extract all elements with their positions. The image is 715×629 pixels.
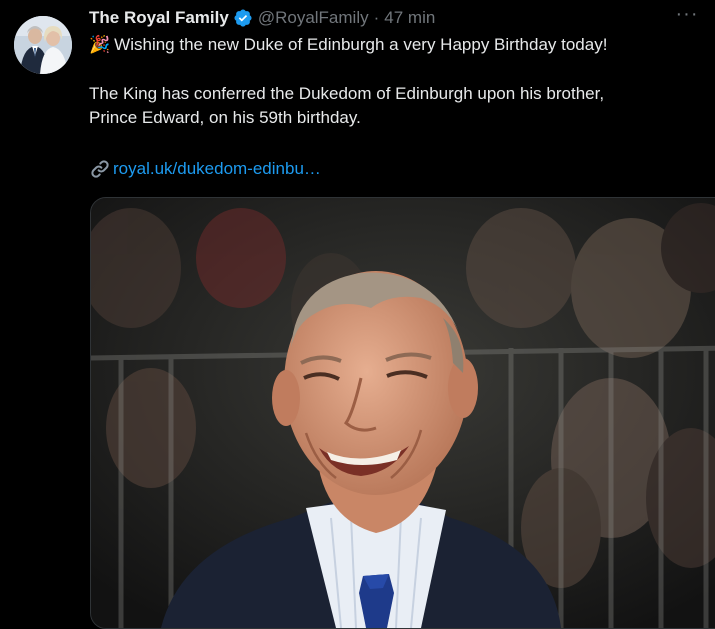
tweet-text-line-2: The King has conferred the Dukedom of Ed… [89,84,605,103]
tweet-link[interactable]: royal.uk/dukedom-edinbu… [89,156,321,182]
verified-badge-icon[interactable] [233,8,253,28]
author-handle[interactable]: @RoyalFamily [258,7,369,29]
tweet-text-greeting: Wishing the new Duke of Edinburgh a very… [114,35,608,54]
separator-dot: · [373,8,380,27]
link-text[interactable]: royal.uk/dukedom-edinbu… [113,159,321,179]
tweet-text-line-3: Prince Edward, on his 59th birthday. [89,108,361,127]
timestamp[interactable]: 47 min [384,7,435,29]
more-options-icon[interactable]: ··· [672,4,702,28]
tweet-header: The Royal Family @RoyalFamily · 47 min [89,6,435,30]
photo-prince-edward [91,198,715,628]
avatar-image [14,16,72,74]
party-popper-emoji: 🎉 [89,35,111,54]
author-name[interactable]: The Royal Family [89,7,229,29]
tweet-photo[interactable] [90,197,715,629]
avatar[interactable] [14,16,72,74]
link-icon [91,160,109,178]
tweet-text-line-1: 🎉 Wishing the new Duke of Edinburgh a ve… [89,33,689,57]
